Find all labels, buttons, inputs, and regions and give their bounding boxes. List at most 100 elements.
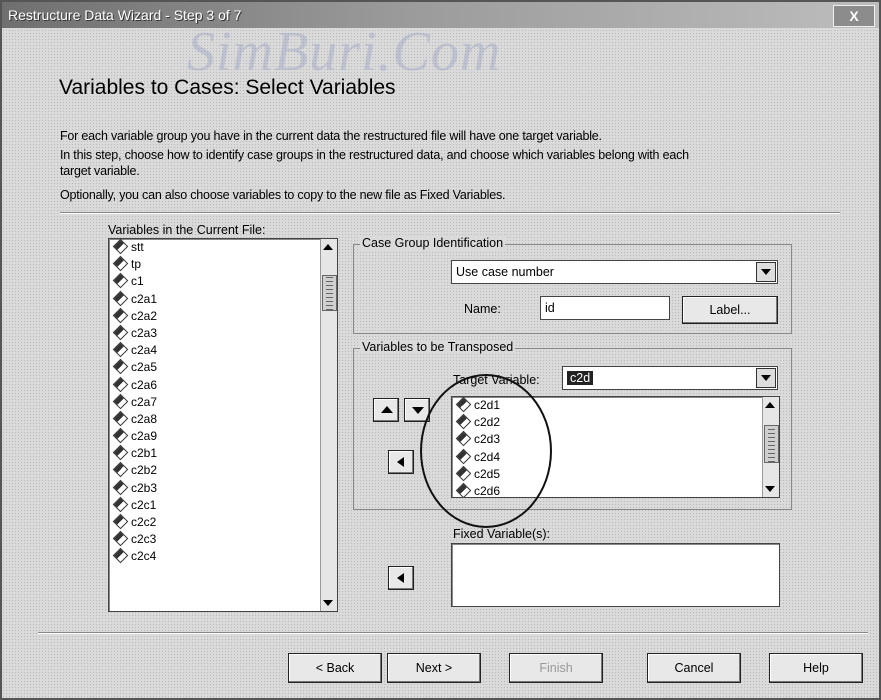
- name-label: Name:: [464, 302, 501, 316]
- scale-variable-icon: [112, 324, 129, 341]
- scale-variable-icon: [112, 273, 129, 289]
- description-line-2: In this step, choose how to identify cas…: [60, 148, 689, 162]
- scale-variable-icon: [112, 255, 129, 272]
- variable-name: c2a7: [131, 394, 158, 409]
- variable-name: c2a9: [131, 429, 158, 444]
- help-button[interactable]: Help: [769, 653, 863, 683]
- current-file-label: Variables in the Current File:: [108, 223, 266, 237]
- list-item[interactable]: c2c2: [109, 513, 337, 531]
- chevron-down-icon[interactable]: [756, 262, 776, 282]
- scroll-up-icon[interactable]: [323, 244, 333, 250]
- list-item[interactable]: c2a6: [109, 376, 337, 394]
- variable-name: c2c4: [131, 549, 157, 564]
- scale-variable-icon: [112, 238, 129, 255]
- move-to-transposed-button[interactable]: [388, 450, 414, 474]
- scale-variable-icon: [112, 548, 129, 564]
- wizard-window: Restructure Data Wizard - Step 3 of 7 X …: [0, 0, 881, 700]
- scale-variable-icon: [112, 307, 129, 324]
- list-item[interactable]: c2a2: [109, 307, 337, 325]
- transposed-legend: Variables to be Transposed: [360, 340, 516, 354]
- list-item[interactable]: c2a4: [109, 341, 337, 359]
- variable-name: c2c2: [131, 515, 157, 529]
- scale-variable-icon: [112, 444, 129, 461]
- chevron-down-icon[interactable]: [756, 368, 776, 388]
- scale-variable-icon: [112, 530, 129, 547]
- close-button[interactable]: X: [833, 5, 875, 27]
- variable-name: c2a1: [131, 291, 158, 306]
- variable-name: c2a2: [131, 308, 158, 323]
- highlight-circle: [420, 374, 552, 528]
- scale-variable-icon: [112, 513, 129, 530]
- arrow-up-icon: [381, 406, 393, 413]
- list-item[interactable]: tp: [109, 255, 337, 273]
- divider-bottom: [38, 632, 868, 634]
- label-button[interactable]: Label...: [682, 296, 778, 324]
- list-item[interactable]: c2a1: [109, 290, 337, 308]
- move-up-button[interactable]: [373, 398, 399, 422]
- fixed-variables-list[interactable]: [451, 543, 780, 607]
- variable-name: c2a8: [131, 411, 158, 426]
- variable-name: c2b3: [131, 480, 158, 495]
- scale-variable-icon: [112, 427, 129, 444]
- arrow-down-icon: [412, 407, 424, 414]
- variable-name: c2c3: [131, 532, 157, 547]
- case-group-legend: Case Group Identification: [360, 236, 506, 250]
- list-item[interactable]: stt: [109, 238, 337, 256]
- list-item[interactable]: c2b2: [109, 462, 337, 479]
- list-item[interactable]: c2c4: [109, 548, 337, 565]
- case-group-name-input[interactable]: id: [540, 296, 670, 320]
- cancel-button[interactable]: Cancel: [647, 653, 741, 683]
- variable-name: c2a3: [131, 325, 158, 340]
- variable-name: c2c1: [131, 497, 157, 512]
- description-line-4: Optionally, you can also choose variable…: [60, 188, 506, 202]
- scroll-down-icon[interactable]: [765, 486, 775, 492]
- scale-variable-icon: [112, 359, 129, 375]
- back-button[interactable]: < Back: [288, 653, 382, 683]
- list-item[interactable]: c2a9: [109, 427, 337, 445]
- variable-name: tp: [131, 257, 142, 272]
- list-item[interactable]: c2a7: [109, 393, 337, 411]
- list-item[interactable]: c2b3: [109, 479, 337, 497]
- arrow-left-icon: [397, 573, 404, 583]
- list-item[interactable]: c2a5: [109, 359, 337, 376]
- fixed-variables-label: Fixed Variable(s):: [453, 527, 551, 541]
- target-variable-select[interactable]: c2d: [562, 366, 778, 390]
- current-file-scrollbar[interactable]: [320, 239, 337, 611]
- scroll-thumb[interactable]: [764, 425, 779, 463]
- arrow-left-icon: [397, 457, 404, 467]
- variable-name: c2b1: [131, 446, 158, 461]
- list-item[interactable]: c2b1: [109, 444, 337, 462]
- variable-name: c2a4: [131, 343, 158, 358]
- scale-variable-icon: [112, 290, 129, 306]
- list-item[interactable]: c2a8: [109, 410, 337, 428]
- scale-variable-icon: [112, 341, 129, 358]
- list-item[interactable]: c2a3: [109, 324, 337, 342]
- list-item[interactable]: c1: [109, 273, 337, 290]
- scroll-up-icon[interactable]: [765, 402, 775, 408]
- scale-variable-icon: [112, 479, 129, 495]
- variable-name: c1: [131, 274, 144, 289]
- case-group-method-select[interactable]: Use case number: [451, 260, 778, 284]
- move-to-fixed-button[interactable]: [388, 566, 414, 590]
- next-button[interactable]: Next >: [387, 653, 481, 683]
- scale-variable-icon: [112, 410, 129, 427]
- watermark: SimBuri.Com: [187, 21, 502, 83]
- variable-name: c2a5: [131, 360, 158, 375]
- variable-name: c2a6: [131, 377, 158, 392]
- variable-name: c2b2: [131, 463, 158, 478]
- divider-top: [60, 212, 840, 214]
- scroll-thumb[interactable]: [322, 275, 337, 311]
- list-item[interactable]: c2c1: [109, 496, 337, 514]
- transposed-scrollbar[interactable]: [762, 397, 779, 497]
- description-line-1: For each variable group you have in the …: [60, 129, 602, 143]
- title-bar: Restructure Data Wizard - Step 3 of 7 X: [2, 2, 879, 28]
- current-file-list[interactable]: stt tp c1 c2a1 c2a2 c2a3 c2a4 c2a5 c2a6 c2a7 c2a8 c…: [108, 238, 338, 612]
- description-line-3: target variable.: [60, 164, 140, 178]
- scale-variable-icon: [112, 462, 129, 478]
- finish-button: Finish: [509, 653, 603, 683]
- scale-variable-icon: [112, 496, 129, 513]
- scroll-down-icon[interactable]: [323, 600, 333, 606]
- scale-variable-icon: [112, 393, 129, 409]
- list-item[interactable]: c2c3: [109, 530, 337, 548]
- window-title: Restructure Data Wizard - Step 3 of 7: [8, 7, 242, 23]
